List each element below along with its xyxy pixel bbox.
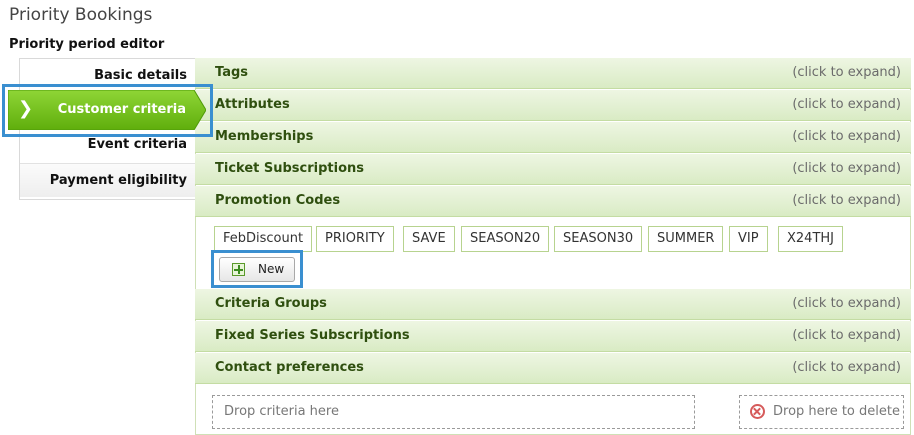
promo-code-chip[interactable]: SEASON30: [554, 226, 643, 252]
promo-code-chip[interactable]: SUMMER: [648, 226, 724, 252]
section-title: Tags: [215, 65, 249, 80]
drop-criteria-label: Drop criteria here: [224, 404, 339, 419]
expand-hint: (click to expand): [792, 328, 901, 343]
highlight-box: [211, 250, 303, 288]
section-title: Criteria Groups: [215, 296, 327, 311]
expand-hint: (click to expand): [792, 65, 901, 80]
expand-hint: (click to expand): [792, 161, 901, 176]
section-contact-preferences[interactable]: Contact preferences (click to expand): [195, 353, 911, 384]
expand-hint: (click to expand): [792, 360, 901, 375]
section-criteria-groups[interactable]: Criteria Groups (click to expand): [195, 289, 911, 320]
promo-code-chip[interactable]: VIP: [729, 226, 768, 252]
section-tags[interactable]: Tags (click to expand): [195, 58, 911, 89]
section-memberships[interactable]: Memberships (click to expand): [195, 122, 911, 153]
promo-code-chip[interactable]: SAVE: [403, 226, 455, 252]
section-title: Ticket Subscriptions: [215, 161, 365, 176]
section-promotion-codes[interactable]: Promotion Codes (click to expand): [195, 186, 911, 217]
expand-hint: (click to expand): [792, 296, 901, 311]
close-circle-icon: [750, 404, 765, 419]
promo-code-chip[interactable]: FebDiscount: [214, 226, 313, 252]
expand-hint: (click to expand): [792, 97, 901, 112]
drop-delete-zone[interactable]: Drop here to delete: [739, 395, 904, 429]
expand-hint: (click to expand): [792, 193, 901, 208]
nav-item-payment-eligibility[interactable]: Payment eligibility: [20, 163, 196, 197]
drop-criteria-zone[interactable]: Drop criteria here: [212, 395, 695, 429]
section-fixed-series-subscriptions[interactable]: Fixed Series Subscriptions (click to exp…: [195, 321, 911, 352]
section-attributes[interactable]: Attributes (click to expand): [195, 90, 911, 121]
expand-hint: (click to expand): [792, 129, 901, 144]
section-title: Promotion Codes: [215, 193, 341, 208]
drop-delete-label: Drop here to delete: [773, 404, 900, 419]
section-title: Contact preferences: [215, 360, 364, 375]
promo-code-chip[interactable]: SEASON20: [461, 226, 550, 252]
section-title: Fixed Series Subscriptions: [215, 328, 410, 343]
page-title: Priority Bookings: [9, 5, 153, 25]
highlight-box: [2, 84, 213, 137]
promo-code-chip[interactable]: PRIORITY: [316, 226, 394, 252]
promo-code-chip[interactable]: X24THJ: [778, 226, 843, 252]
section-title: Attributes: [215, 97, 290, 112]
editor-title: Priority period editor: [9, 37, 165, 52]
section-title: Memberships: [215, 129, 314, 144]
section-ticket-subscriptions[interactable]: Ticket Subscriptions (click to expand): [195, 154, 911, 185]
